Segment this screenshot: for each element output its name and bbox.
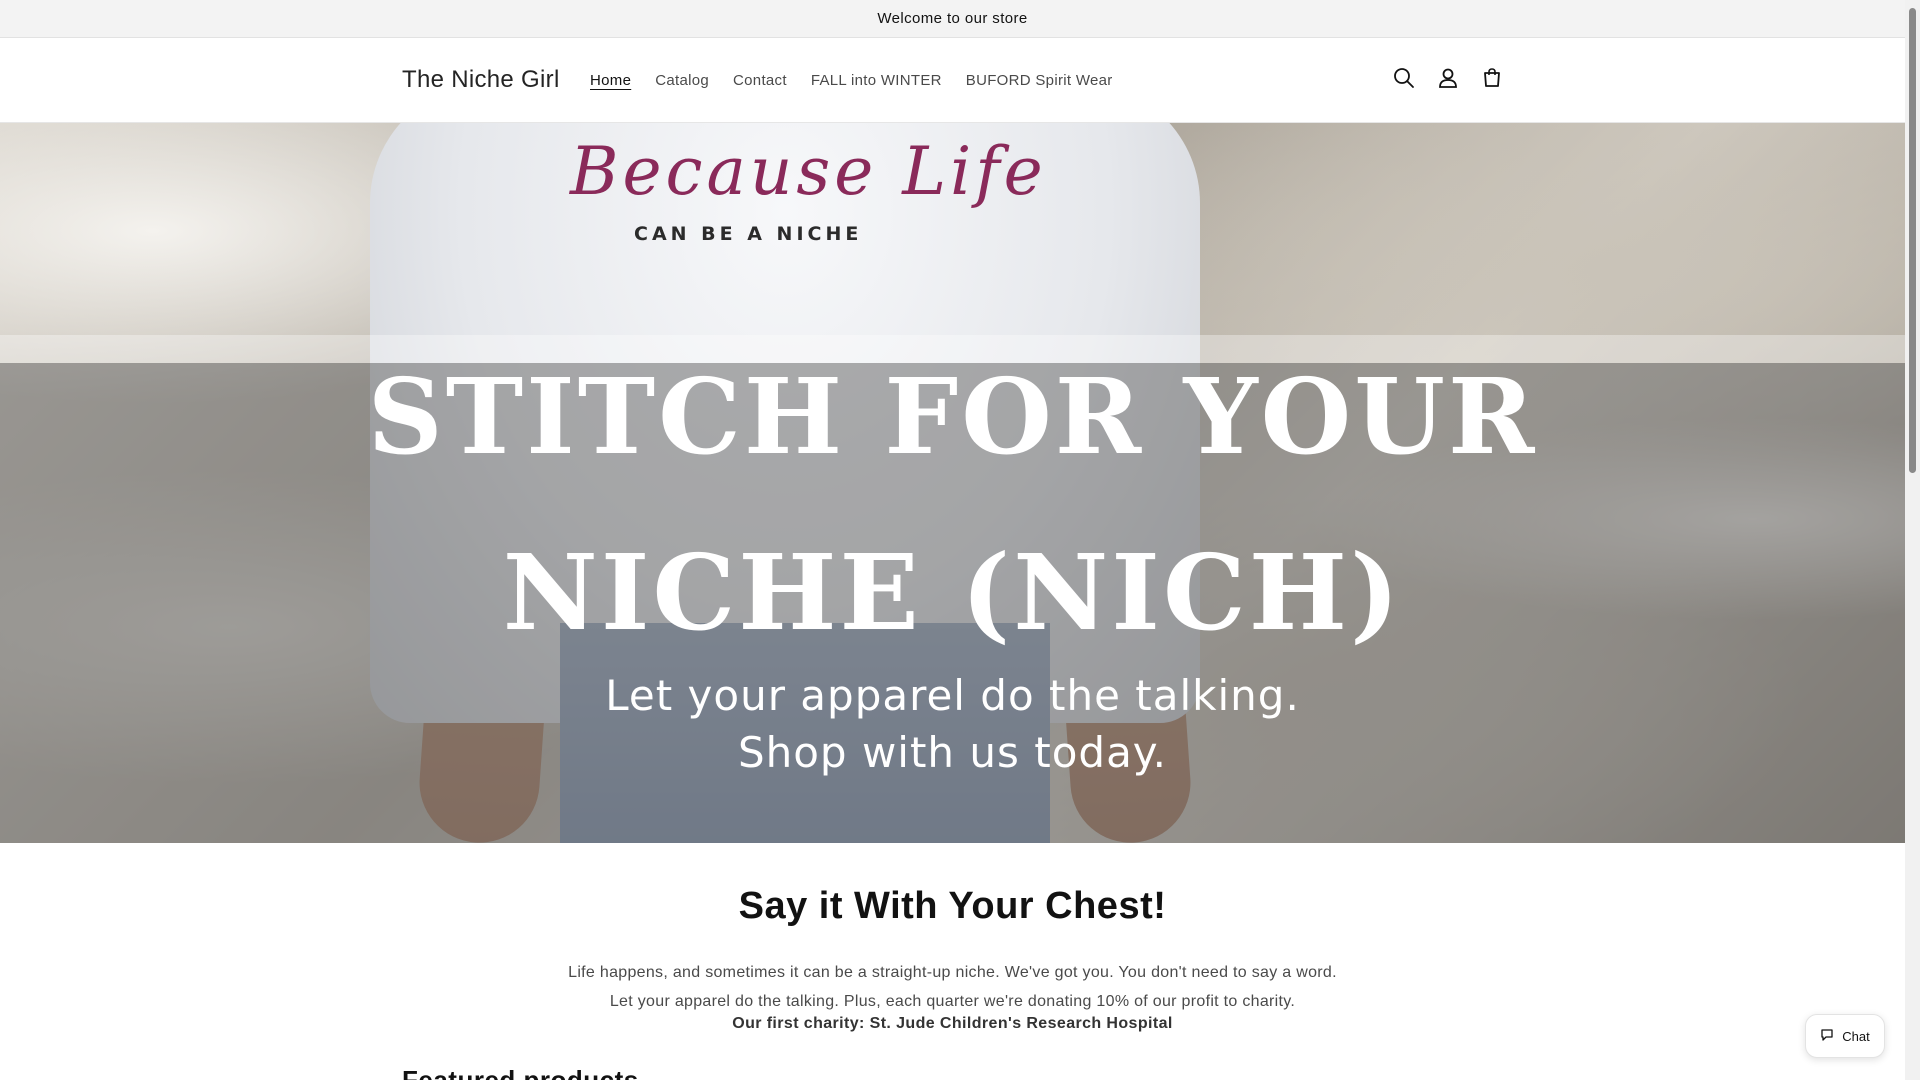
intro-section: Say it With Your Chest! Life happens, an… bbox=[0, 843, 1905, 1080]
announcement-bar: Welcome to our store bbox=[0, 0, 1905, 38]
hero-banner[interactable]: Because Life CAN BE A NICHE STITCH FOR Y… bbox=[0, 123, 1905, 843]
header-icons bbox=[1392, 66, 1504, 90]
hero-subtitle-line2: Shop with us today. bbox=[737, 728, 1168, 777]
section-title: Say it With Your Chest! bbox=[738, 885, 1167, 927]
nav-item-catalog[interactable]: Catalog bbox=[655, 72, 709, 89]
hero-headline-line1: STITCH FOR YOUR bbox=[367, 355, 1538, 478]
charity-note: Our first charity: St. Jude Children's R… bbox=[732, 1015, 1173, 1032]
nav-item-buford-spirit-wear[interactable]: BUFORD Spirit Wear bbox=[966, 72, 1113, 89]
hero-subtitle-line1: Let your apparel do the talking. bbox=[605, 671, 1300, 720]
section-description: Life happens, and sometimes it can be a … bbox=[568, 964, 1337, 1010]
cart-icon[interactable] bbox=[1480, 66, 1504, 90]
chat-button[interactable]: Chat bbox=[1805, 1014, 1885, 1058]
page-scrollbar[interactable] bbox=[1905, 0, 1920, 1080]
hero-headline-line2: NICHE (NICH) bbox=[502, 531, 1403, 654]
nav-item-home[interactable]: Home bbox=[590, 72, 631, 89]
chat-icon bbox=[1820, 1028, 1834, 1045]
chat-label: Chat bbox=[1842, 1028, 1870, 1044]
announcement-text: Welcome to our store bbox=[877, 10, 1028, 27]
account-icon[interactable] bbox=[1436, 66, 1460, 90]
nav-item-fall-into-winter[interactable]: FALL into WINTER bbox=[811, 72, 942, 89]
store-logo[interactable]: The Niche Girl bbox=[402, 66, 560, 94]
site-header: The Niche Girl Home Catalog Contact FALL… bbox=[0, 38, 1905, 123]
featured-products-heading: Featured products bbox=[402, 1065, 639, 1080]
main-nav: Home Catalog Contact FALL into WINTER BU… bbox=[590, 72, 1137, 89]
scrollbar-thumb[interactable] bbox=[1909, 8, 1916, 473]
nav-item-contact[interactable]: Contact bbox=[733, 72, 787, 89]
search-icon[interactable] bbox=[1392, 66, 1416, 90]
